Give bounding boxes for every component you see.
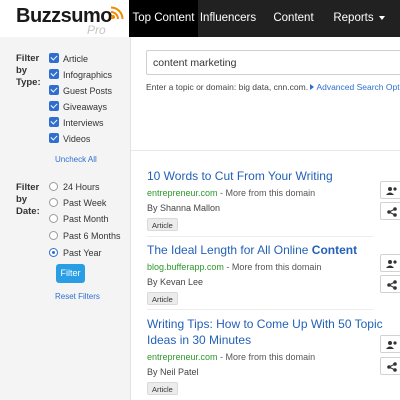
result-domain[interactable]: entrepreneur.com [147, 188, 218, 198]
nav-reports-label: Reports [333, 12, 374, 24]
share-icon [387, 280, 397, 290]
reset-filters-link[interactable]: Reset Filters [55, 292, 100, 301]
result-title[interactable]: Writing Tips: How to Come Up With 50 Top… [147, 316, 387, 348]
date-option-label: Past Week [63, 198, 107, 208]
type-filter-title-line: Filter [16, 53, 40, 64]
top-navigation-bar: Buzzsumo Pro Top Content Influencers Con… [0, 0, 400, 61]
search-hint: Enter a topic or domain: big data, cnn.c… [146, 82, 400, 92]
content-type-badge: Article [147, 382, 178, 395]
row-separator [147, 236, 373, 237]
users-icon [386, 260, 397, 268]
date-option-label: Past Year [63, 248, 102, 258]
view-sharers-button[interactable] [380, 181, 400, 199]
radio-unselected-icon[interactable] [49, 182, 58, 191]
date-option-label: Past Month [63, 214, 109, 224]
type-option-label: Infographics [63, 70, 113, 80]
date-option-past-month[interactable]: Past Month [49, 212, 109, 226]
type-option-infographics[interactable]: Infographics [49, 68, 112, 82]
more-from-domain-link[interactable]: - More from this domain [224, 262, 321, 272]
content-type-badge: Article [147, 292, 178, 305]
content-type-badge: Article [147, 218, 178, 231]
nav-top-content[interactable]: Top Content [129, 0, 198, 37]
checkbox-checked-icon[interactable] [49, 133, 59, 143]
users-icon [386, 187, 397, 195]
radio-unselected-icon[interactable] [49, 231, 58, 240]
type-filter-title-line: by [16, 65, 28, 76]
type-filter-title: Filter by Type: [16, 53, 41, 89]
logo-area[interactable]: Buzzsumo Pro [0, 0, 129, 37]
checkbox-checked-icon[interactable] [49, 85, 59, 95]
date-option-past-6-months[interactable]: Past 6 Months [49, 229, 121, 243]
type-option-guest-posts[interactable]: Guest Posts [49, 84, 112, 98]
date-option-past-week[interactable]: Past Week [49, 196, 106, 210]
result-title-text[interactable]: The Ideal Length for All Online [147, 243, 312, 257]
search-input[interactable] [146, 50, 400, 75]
result-domain[interactable]: blog.bufferapp.com [147, 262, 224, 272]
share-button[interactable] [380, 275, 400, 293]
date-filter-title: Filter by Date: [16, 182, 40, 218]
filter-button[interactable]: Filter [56, 264, 85, 283]
type-option-article[interactable]: Article [49, 52, 88, 66]
result-domain[interactable]: entrepreneur.com [147, 352, 218, 362]
type-option-giveaways[interactable]: Giveaways [49, 100, 107, 114]
result-item: Writing Tips: How to Come Up With 50 Top… [147, 316, 387, 397]
more-from-domain-link[interactable]: - More from this domain [218, 352, 315, 362]
result-author: By Shanna Mallon [147, 203, 221, 213]
date-filter-title-line: by [16, 194, 28, 205]
view-sharers-button[interactable] [380, 254, 400, 272]
result-title[interactable]: The Ideal Length for All Online Content [147, 242, 387, 258]
date-filter-title-line: Date: [16, 206, 40, 217]
result-title-text[interactable]: Writing Tips: How to Come Up With 50 Top… [147, 317, 383, 347]
search-hint-text: Enter a topic or domain: big data, cnn.c… [146, 82, 309, 92]
share-icon [387, 207, 397, 217]
radio-unselected-icon[interactable] [49, 198, 58, 207]
type-option-label: Guest Posts [63, 86, 113, 96]
share-button[interactable] [380, 202, 400, 220]
row-separator [147, 309, 373, 310]
result-item: 10 Words to Cut From Your Writing entrep… [147, 168, 387, 233]
more-from-domain-link[interactable]: - More from this domain [218, 188, 315, 198]
result-author: By Kevan Lee [147, 277, 204, 287]
signal-icon [110, 6, 124, 20]
caret-right-icon [310, 84, 315, 90]
uncheck-all-link[interactable]: Uncheck All [55, 155, 97, 164]
result-title[interactable]: 10 Words to Cut From Your Writing [147, 168, 387, 184]
date-option-label: Past 6 Months [63, 231, 121, 241]
type-filter-title-line: Type: [16, 77, 41, 88]
nav-reports[interactable]: Reports [329, 0, 389, 37]
result-author: By Neil Patel [147, 367, 199, 377]
checkbox-checked-icon[interactable] [49, 101, 59, 111]
advanced-search-link[interactable]: Advanced Search Optio [316, 82, 400, 92]
result-item: The Ideal Length for All Online Content … [147, 242, 387, 307]
result-domain-line: entrepreneur.com - More from this domain [147, 351, 387, 363]
radio-unselected-icon[interactable] [49, 214, 58, 223]
view-sharers-button[interactable] [380, 335, 400, 353]
checkbox-checked-icon[interactable] [49, 117, 59, 127]
type-option-label: Article [63, 54, 89, 64]
date-filter-title-line: Filter [16, 182, 40, 193]
users-icon [386, 341, 397, 349]
pro-label: Pro [87, 23, 106, 37]
checkbox-checked-icon[interactable] [49, 69, 59, 79]
results-divider [131, 150, 400, 151]
type-option-label: Interviews [63, 118, 104, 128]
checkbox-checked-icon[interactable] [49, 53, 59, 63]
result-title-highlight[interactable]: Content [312, 243, 357, 257]
result-title-text[interactable]: 10 Words to Cut From Your Writing [147, 169, 333, 183]
type-option-label: Videos [63, 134, 91, 144]
date-option-label: 24 Hours [63, 182, 100, 192]
result-domain-line: blog.bufferapp.com - More from this doma… [147, 261, 387, 273]
nav-content-alerts[interactable]: Content Alerts [258, 0, 329, 61]
type-option-videos[interactable]: Videos [49, 132, 90, 146]
type-option-interviews[interactable]: Interviews [49, 116, 104, 130]
radio-selected-icon[interactable] [49, 248, 58, 257]
type-option-label: Giveaways [63, 102, 108, 112]
date-option-24-hours[interactable]: 24 Hours [49, 180, 100, 194]
nav-influencers[interactable]: Influencers [198, 0, 258, 37]
result-domain-line: entrepreneur.com - More from this domain [147, 187, 387, 199]
share-icon [387, 362, 397, 372]
share-button[interactable] [380, 357, 400, 375]
date-option-past-year[interactable]: Past Year [49, 246, 102, 260]
caret-down-icon [378, 15, 385, 20]
